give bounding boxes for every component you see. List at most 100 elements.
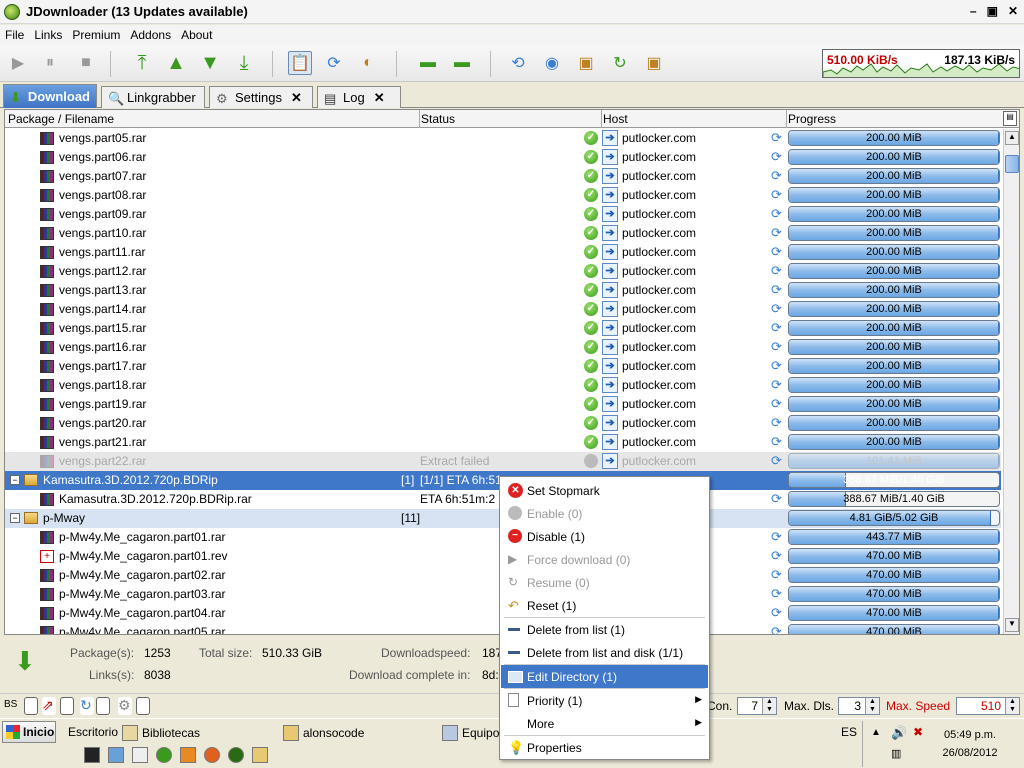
reconnect-toggle-icon[interactable]: ↻ (80, 697, 94, 715)
tray-icon-2[interactable]: ▥ (891, 747, 901, 760)
close-settings-tab-icon[interactable]: ✕ (291, 90, 302, 106)
refresh-link-icon[interactable]: ⟳ (769, 188, 784, 203)
menu-file[interactable]: File (0, 28, 29, 42)
refresh-link-icon[interactable]: ⟳ (769, 340, 784, 355)
table-row[interactable]: vengs.part08.rar ✓ ➔ putlocker.com ⟳ 200.00 M… (5, 186, 1001, 205)
table-row[interactable]: vengs.part13.rar ✓ ➔ putlocker.com ⟳ 200.00 M… (5, 281, 1001, 300)
taskbar-bibliotecas[interactable]: Bibliotecas (122, 725, 200, 741)
refresh-link-icon[interactable]: ⟳ (769, 207, 784, 222)
toggle-1-icon[interactable] (24, 697, 38, 715)
refresh-link-icon[interactable]: ⟳ (769, 359, 784, 374)
col-status[interactable]: Status (421, 112, 455, 126)
menu-item-resume-0[interactable]: ↻ Resume (0) (501, 571, 708, 594)
table-row[interactable]: vengs.part07.rar ✓ ➔ putlocker.com ⟳ 200.00 M… (5, 167, 1001, 186)
table-row[interactable]: vengs.part19.rar ✓ ➔ putlocker.com ⟳ 200.00 M… (5, 395, 1001, 414)
refresh-link-icon[interactable]: ⟳ (769, 416, 784, 431)
move-down-icon[interactable]: ▼ (198, 51, 222, 75)
update-icon[interactable]: ↻ (608, 51, 632, 75)
table-row[interactable]: vengs.part17.rar ✓ ➔ putlocker.com ⟳ 200.00 M… (5, 357, 1001, 376)
pause-icon[interactable]: ⏸ (38, 51, 62, 75)
close-window-button[interactable]: ✕ (1008, 4, 1018, 18)
refresh-link-icon[interactable]: ⟳ (769, 454, 784, 469)
start-icon[interactable]: ▶ (6, 51, 30, 75)
stop-icon[interactable]: ■ (74, 51, 98, 75)
taskbar-equipo[interactable]: Equipo (442, 725, 499, 741)
tab-log[interactable]: ▤ Log ✕ (317, 86, 401, 108)
menu-item-reset-1[interactable]: ↶ Reset (1) (501, 594, 708, 617)
maxdls-spinner[interactable]: 3 ▲ ▼ (838, 697, 880, 715)
cmd-icon[interactable] (84, 747, 100, 763)
refresh-link-icon[interactable]: ⟳ (769, 568, 784, 583)
notepad-icon[interactable] (132, 747, 148, 763)
menu-item-more[interactable]: More ▶ (501, 712, 708, 735)
taskbar-alonsocode[interactable]: alonsocode (283, 725, 364, 741)
toggle-4-icon[interactable] (136, 697, 150, 715)
table-row[interactable]: vengs.part22.rar Extract failed ➔ putlocker… (5, 452, 1001, 471)
table-row[interactable]: vengs.part11.rar ✓ ➔ putlocker.com ⟳ 200.00 M… (5, 243, 1001, 262)
menu-links[interactable]: Links (29, 28, 67, 42)
collapse-toggle-icon[interactable]: − (10, 513, 20, 523)
refresh-link-icon[interactable]: ⟳ (769, 264, 784, 279)
menu-item-disable-1[interactable]: − Disable (1) (501, 525, 708, 548)
taskbar-escritorio[interactable]: Escritorio (68, 725, 118, 739)
premium-icon[interactable]: ◐ (356, 51, 380, 75)
table-row[interactable]: vengs.part15.rar ✓ ➔ putlocker.com ⟳ 200.00 M… (5, 319, 1001, 338)
tab-download[interactable]: ⬇ Download (3, 84, 97, 108)
refresh-link-icon[interactable]: ⟳ (769, 226, 784, 241)
con-spinner[interactable]: 7 ▲ ▼ (737, 697, 777, 715)
col-filename[interactable]: Package / Filename (8, 112, 114, 126)
tab-linkgrabber[interactable]: 🔍 Linkgrabber (101, 86, 205, 108)
add-link-icon[interactable]: ▬ (416, 51, 440, 75)
column-config-icon[interactable]: ▤ (1003, 111, 1017, 126)
explorer-icon[interactable] (108, 747, 124, 763)
refresh-link-icon[interactable]: ⟳ (769, 131, 784, 146)
table-row[interactable]: vengs.part09.rar ✓ ➔ putlocker.com ⟳ 200.00 M… (5, 205, 1001, 224)
table-row[interactable]: vengs.part05.rar ✓ ➔ putlocker.com ⟳ 200.00 M… (5, 129, 1001, 148)
menu-item-properties[interactable]: 💡 Properties (501, 736, 708, 759)
refresh-link-icon[interactable]: ⟳ (769, 549, 784, 564)
menu-about[interactable]: About (176, 28, 217, 42)
refresh-link-icon[interactable]: ⟳ (769, 435, 784, 450)
refresh-link-icon[interactable]: ⟳ (769, 397, 784, 412)
col-progress[interactable]: Progress (788, 112, 836, 126)
menu-item-delete-from-list-and-disk-1-1[interactable]: Delete from list and disk (1/1) (501, 641, 708, 664)
refresh-link-icon[interactable]: ⟳ (769, 150, 784, 165)
network-tray-icon[interactable]: ✖ (913, 725, 923, 739)
table-row[interactable]: vengs.part21.rar ✓ ➔ putlocker.com ⟳ 200.00 M… (5, 433, 1001, 452)
table-row[interactable]: vengs.part06.rar ✓ ➔ putlocker.com ⟳ 200.00 M… (5, 148, 1001, 167)
scroll-thumb[interactable] (1005, 155, 1019, 173)
vertical-scrollbar[interactable]: ▲ ▼ (1003, 129, 1019, 634)
scroll-down-icon[interactable]: ▼ (1005, 618, 1019, 632)
scroll-up-icon[interactable]: ▲ (1005, 131, 1019, 145)
toggle-2-icon[interactable] (60, 697, 74, 715)
refresh-link-icon[interactable]: ⟳ (769, 245, 784, 260)
refresh-link-icon[interactable]: ⟳ (769, 321, 784, 336)
network-icon[interactable]: ◉ (540, 51, 564, 75)
refresh-link-icon[interactable]: ⟳ (769, 606, 784, 621)
refresh-link-icon[interactable]: ⟳ (769, 530, 784, 545)
toggle-3-icon[interactable] (96, 697, 110, 715)
firefox-icon[interactable] (204, 747, 220, 763)
utorrent-icon[interactable] (156, 747, 172, 763)
start-button[interactable]: Inicio (2, 721, 56, 743)
collapse-toggle-icon[interactable]: − (10, 475, 20, 485)
menu-item-priority-1[interactable]: Priority (1) ▶ (501, 689, 708, 712)
table-row[interactable]: vengs.part18.rar ✓ ➔ putlocker.com ⟳ 200.00 M… (5, 376, 1001, 395)
move-bottom-icon[interactable]: ⤓ (232, 51, 256, 75)
clipboard-icon[interactable]: 📋 (288, 51, 312, 75)
table-row[interactable]: vengs.part12.rar ✓ ➔ putlocker.com ⟳ 200.00 M… (5, 262, 1001, 281)
refresh-link-icon[interactable]: ⟳ (769, 283, 784, 298)
reconnect-icon[interactable]: ⟳ (322, 51, 346, 75)
table-row[interactable]: vengs.part10.rar ✓ ➔ putlocker.com ⟳ 200.00 M… (5, 224, 1001, 243)
menu-item-force-download-0[interactable]: ▶ Force download (0) (501, 548, 708, 571)
refresh-link-icon[interactable]: ⟳ (769, 492, 784, 507)
maxspeed-spinner[interactable]: 510 ▲ ▼ (956, 697, 1020, 715)
refresh-link-icon[interactable]: ⟳ (769, 302, 784, 317)
refresh-link-icon[interactable]: ⟳ (769, 625, 784, 635)
archive-icon[interactable]: ▣ (642, 51, 666, 75)
menu-item-set-stopmark[interactable]: ✕ Set Stopmark (501, 479, 708, 502)
app-icon[interactable] (180, 747, 196, 763)
clipboard-observer-icon[interactable]: ⇗ (42, 697, 56, 715)
tab-settings[interactable]: ⚙ Settings ✕ (209, 86, 313, 108)
menu-item-delete-from-list-1[interactable]: Delete from list (1) (501, 618, 708, 641)
